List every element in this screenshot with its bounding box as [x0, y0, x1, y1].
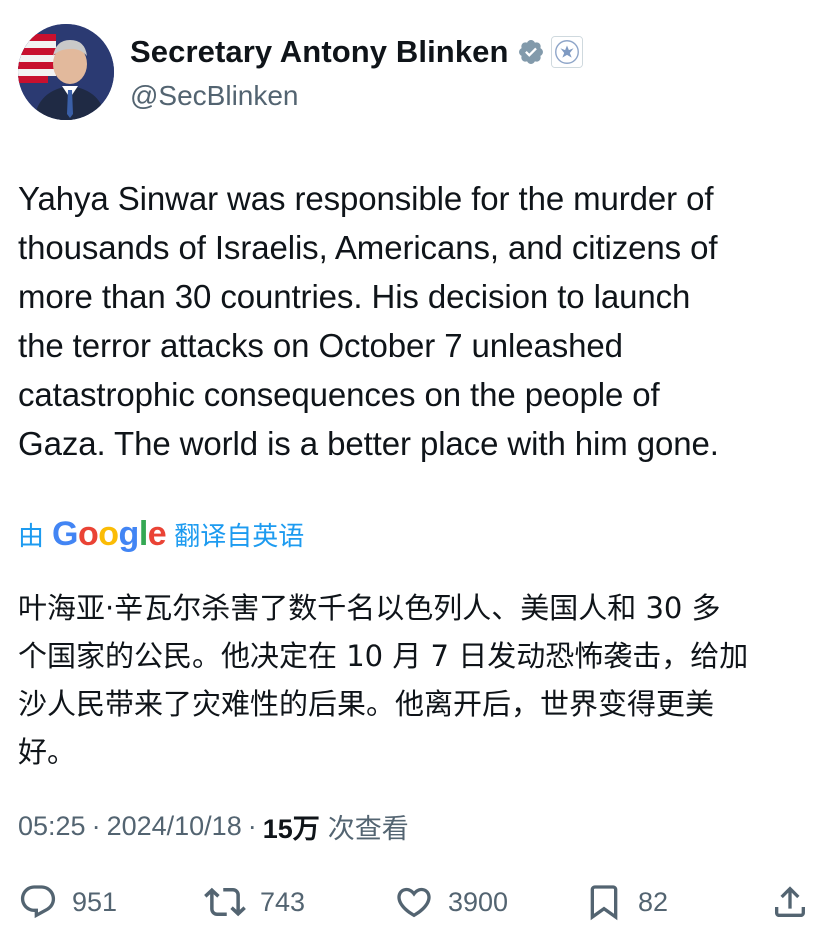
translation-prefix: 由 [18, 520, 45, 551]
like-button[interactable]: 3900 [394, 878, 508, 926]
reply-icon [20, 885, 56, 919]
bookmark-button[interactable]: 82 [584, 878, 668, 926]
share-button[interactable] [770, 878, 824, 926]
tweet-time[interactable]: 05:25 [18, 811, 86, 842]
avatar-photo [18, 24, 114, 120]
bookmark-count: 82 [638, 886, 669, 917]
heart-icon [397, 887, 431, 918]
tweet-date[interactable]: 2024/10/18 [107, 811, 242, 842]
verified-badge-icon[interactable] [517, 38, 545, 66]
repost-icon [204, 887, 246, 917]
repost-count: 743 [260, 886, 306, 917]
reply-button[interactable]: 951 [18, 878, 117, 926]
reply-count: 951 [72, 886, 118, 917]
meta-separator: · [91, 810, 101, 841]
share-icon [775, 886, 805, 917]
tweet-meta: 05:25 · 2024/10/18 · 15万 次查看 [18, 806, 409, 846]
translation-suffix: 翻译自英语 [174, 520, 305, 551]
translated-text: 叶海亚·辛瓦尔杀害了数千名以色列人、美国人和 30 多 个国家的公民。他决定在 … [18, 591, 749, 769]
translation-attribution[interactable]: 由 Google 翻译自英语 [18, 514, 304, 554]
action-bar: 951 743 3900 82 [18, 878, 810, 926]
views-count: 15万 [262, 813, 320, 844]
author-handle[interactable]: @SecBlinken [130, 80, 583, 112]
tweet-text: Yahya Sinwar was responsible for the mur… [18, 180, 719, 462]
author-display-name[interactable]: Secretary Antony Blinken [130, 34, 509, 70]
repost-button[interactable]: 743 [204, 878, 305, 926]
google-logo: Google [52, 514, 167, 553]
like-count: 3900 [448, 886, 509, 917]
avatar[interactable] [18, 24, 114, 120]
state-department-seal-icon[interactable] [550, 36, 583, 68]
meta-separator: · [247, 810, 257, 841]
bookmark-icon [590, 885, 618, 921]
tweet-header: Secretary Antony Blinken @SecBlinken [18, 24, 808, 120]
views-label: 次查看 [327, 813, 409, 844]
